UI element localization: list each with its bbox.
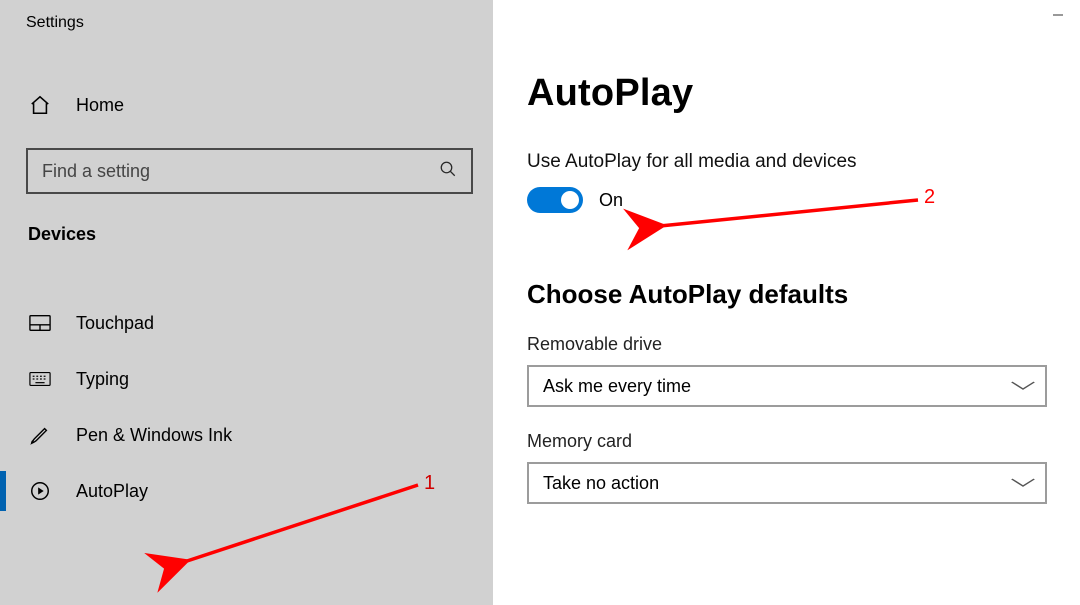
- autoplay-toggle[interactable]: [527, 187, 583, 213]
- search-icon: [439, 160, 457, 183]
- pen-icon: [28, 424, 52, 446]
- memory-card-dropdown[interactable]: Take no action: [527, 462, 1047, 504]
- toggle-state-label: On: [599, 190, 623, 211]
- home-label: Home: [76, 95, 124, 116]
- sidebar-item-label: AutoPlay: [76, 481, 148, 502]
- app-title: Settings: [0, 0, 493, 32]
- sidebar-item-typing[interactable]: Typing: [0, 351, 493, 407]
- window-controls: [1035, 0, 1080, 40]
- dropdown-value: Take no action: [543, 473, 659, 494]
- defaults-title: Choose AutoPlay defaults: [527, 279, 1050, 310]
- sidebar-item-pen[interactable]: Pen & Windows Ink: [0, 407, 493, 463]
- chevron-down-icon: [1010, 475, 1036, 491]
- chevron-down-icon: [1010, 378, 1036, 394]
- autoplay-icon: [28, 480, 52, 502]
- sidebar-item-label: Typing: [76, 369, 129, 390]
- sidebar-item-label: Touchpad: [76, 313, 154, 334]
- sidebar-item-label: Pen & Windows Ink: [76, 425, 232, 446]
- removable-drive-dropdown[interactable]: Ask me every time: [527, 365, 1047, 407]
- nav-list: Touchpad Typing Pen & Windows Ink: [0, 295, 493, 519]
- keyboard-icon: [28, 371, 52, 387]
- home-nav[interactable]: Home: [0, 90, 493, 120]
- sidebar: Settings Home Find a setting Devices: [0, 0, 493, 605]
- field-label-removable: Removable drive: [527, 334, 1050, 355]
- annotation-number-2: 2: [924, 186, 935, 209]
- annotation-number-1: 1: [424, 472, 435, 495]
- toggle-section-label: Use AutoPlay for all media and devices: [527, 151, 1050, 173]
- search-placeholder: Find a setting: [42, 161, 150, 182]
- sidebar-item-touchpad[interactable]: Touchpad: [0, 295, 493, 351]
- touchpad-icon: [28, 314, 52, 332]
- autoplay-toggle-row: On: [527, 187, 1050, 213]
- sidebar-item-autoplay[interactable]: AutoPlay: [0, 463, 493, 519]
- category-header: Devices: [0, 224, 493, 245]
- main-content: AutoPlay Use AutoPlay for all media and …: [493, 0, 1080, 605]
- search-input[interactable]: Find a setting: [26, 148, 473, 194]
- field-label-memorycard: Memory card: [527, 431, 1050, 452]
- page-title: AutoPlay: [527, 72, 1050, 115]
- home-icon: [28, 94, 52, 116]
- dropdown-value: Ask me every time: [543, 376, 691, 397]
- minimize-button[interactable]: [1035, 0, 1080, 30]
